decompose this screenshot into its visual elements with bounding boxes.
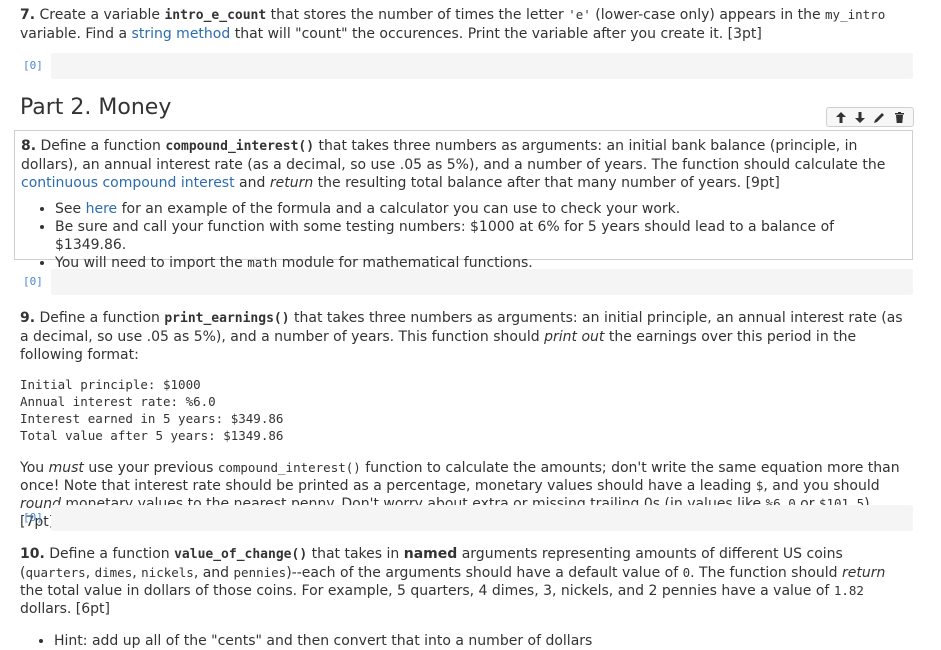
q8-text-1: Define a function [36, 138, 166, 154]
code-cell-q9[interactable]: [0] [14, 505, 913, 531]
pre-line: Total value after 5 years: $1349.86 [20, 428, 284, 443]
q7-markdown-cell[interactable]: 7. Create a variable intro_e_count that … [14, 6, 913, 43]
q10-markdown-cell[interactable]: 10. Define a function value_of_change() … [14, 545, 913, 650]
list-item: Hint: add up all of the "cents" and then… [54, 632, 907, 650]
pencil-icon[interactable] [873, 110, 887, 124]
q7-code-myintro: my_intro [825, 7, 886, 22]
code-input[interactable] [51, 269, 913, 295]
q10-text-7: the total value in dollars of those coin… [20, 583, 834, 599]
q7-code-varname: intro_e_count [164, 8, 267, 23]
q10-text-1: Define a function [44, 546, 175, 562]
q8-text-3: and [234, 175, 270, 191]
cell-prompt: [0] [23, 275, 43, 288]
q10-return-em: return [842, 565, 886, 581]
q8-return-em: return [269, 175, 314, 191]
pre-line: Annual interest rate: %6.0 [20, 394, 216, 409]
q8-compound-interest-link[interactable]: continuous compound interest [21, 175, 235, 191]
q10-code-funcname: value_of_change() [174, 547, 308, 562]
pre-line: Interest earned in 5 years: $349.86 [20, 411, 284, 426]
q7-text-1: Create a variable [35, 7, 165, 23]
q9-number: 9. [20, 310, 36, 326]
q9-text: 9. Define a function print_earnings() th… [20, 309, 907, 364]
trash-icon[interactable] [892, 110, 906, 124]
q10-text-2: that takes in [307, 546, 404, 562]
q9-must-em: must [48, 460, 84, 476]
q7-text-5: that will "count" the occurences. Print … [230, 26, 762, 42]
q9-markdown-cell[interactable]: 9. Define a function print_earnings() th… [14, 309, 913, 531]
q10-code-pennies: pennies [233, 565, 287, 580]
arrow-down-icon[interactable] [853, 110, 867, 124]
code-input[interactable] [51, 53, 913, 79]
cell-toolbar [826, 107, 914, 127]
q7-number: 7. [20, 7, 36, 23]
q8-here-link[interactable]: here [86, 201, 118, 217]
q10-text-6: . The function should [690, 565, 842, 581]
q10-text-8: dollars. [6pt] [20, 601, 110, 617]
q7-text: 7. Create a variable intro_e_count that … [20, 6, 907, 43]
q10-text-4: , and [193, 565, 234, 581]
q9-code-compound: compound_interest() [217, 460, 361, 475]
q9-code-funcname: print_earnings() [164, 311, 290, 326]
q8-bullet-1-post: for an example of the formula and a calc… [117, 201, 681, 217]
cell-prompt: [0] [23, 59, 43, 72]
code-cell-q7[interactable]: [0] [14, 53, 913, 79]
q8-text: 8. Define a function compound_interest()… [21, 137, 906, 192]
q9-print-out-em: print out [544, 329, 605, 345]
cell-prompt: [0] [23, 511, 43, 524]
q10-named-strong: named [403, 546, 458, 562]
q8-bullet-1-pre: See [55, 201, 86, 217]
q10-separator-1: , [85, 565, 95, 581]
q8-code-funcname: compound_interest() [165, 139, 315, 154]
q7-text-2: that stores the number of times the lett… [266, 7, 569, 23]
q9-output-format: Initial principle: $1000 Annual interest… [20, 376, 907, 444]
q10-code-nickels: nickels [141, 565, 194, 580]
q8-markdown-cell[interactable]: 8. Define a function compound_interest()… [14, 130, 913, 271]
code-input[interactable] [51, 505, 913, 531]
q7-code-letter: 'e' [568, 7, 591, 22]
list-item: Be sure and call your function with some… [55, 218, 906, 254]
q9-text-1: Define a function [35, 310, 165, 326]
part2-heading: Part 2. Money [20, 95, 172, 120]
q10-code-zero: 0 [682, 565, 691, 580]
code-cell-q8[interactable]: [0] [14, 269, 913, 295]
arrow-up-icon[interactable] [834, 110, 848, 124]
q7-string-method-link[interactable]: string method [132, 26, 231, 42]
q10-separator-2: , [132, 565, 142, 581]
q7-text-3: (lower-case only) appears in the [590, 7, 826, 23]
q9-p2-text-1: You [20, 460, 49, 476]
part2-heading-cell[interactable]: Part 2. Money [14, 95, 913, 121]
q10-text: 10. Define a function value_of_change() … [20, 545, 907, 618]
q10-number: 10. [20, 546, 45, 562]
q7-text-4: variable. Find a [20, 26, 132, 42]
q8-number: 8. [21, 138, 37, 154]
q8-bullet-list: See here for an example of the formula a… [21, 200, 906, 272]
q9-p2-text-4: , and you should [763, 478, 880, 494]
q8-code-math: math [247, 255, 278, 270]
q10-code-dimes: dimes [94, 565, 133, 580]
q10-text-5: )--each of the arguments should have a d… [286, 565, 683, 581]
list-item: See here for an example of the formula a… [55, 200, 906, 218]
pre-line: Initial principle: $1000 [20, 377, 201, 392]
q9-p2-text-2: use your previous [83, 460, 218, 476]
q10-bullet-list: Hint: add up all of the "cents" and then… [20, 632, 907, 650]
q10-code-value: 1.82 [833, 583, 864, 598]
q10-code-quarters: quarters [25, 565, 86, 580]
q8-text-4: the resulting total balance after that m… [313, 175, 780, 191]
